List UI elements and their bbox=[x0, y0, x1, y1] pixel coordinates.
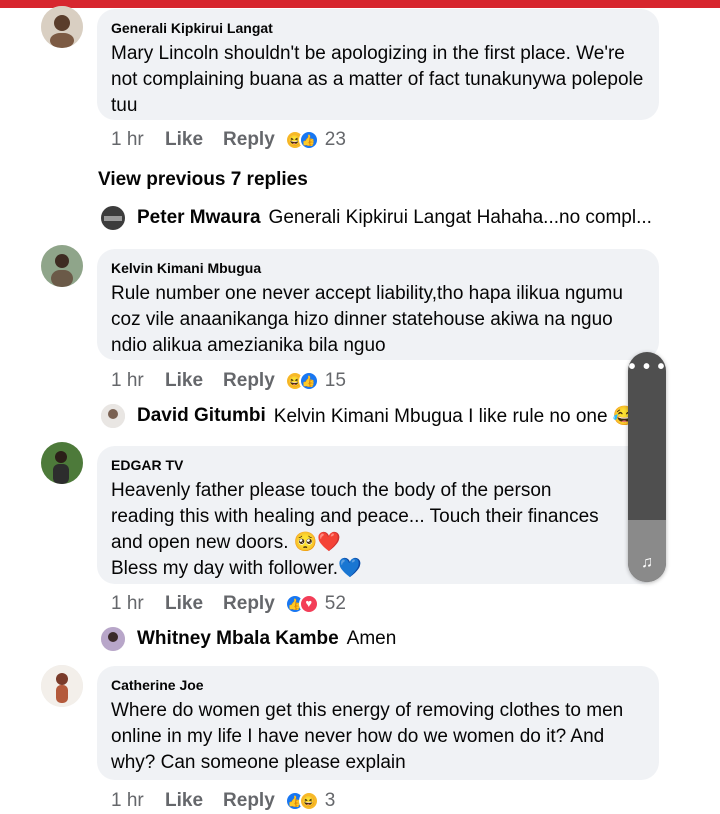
comment-text: Where do women get this energy of removi… bbox=[111, 700, 629, 773]
reply-button[interactable]: Reply bbox=[223, 370, 275, 392]
comment-text: Heavenly father please touch the body of… bbox=[111, 480, 604, 553]
comment-text: Mary Lincoln shouldn't be apologizing in… bbox=[111, 43, 649, 116]
comment-time[interactable]: 1 hr bbox=[111, 129, 165, 151]
comment-bubble: Catherine Joe Where do women get this en… bbox=[97, 666, 659, 780]
avatar[interactable] bbox=[41, 442, 83, 484]
like-button[interactable]: Like bbox=[165, 790, 203, 812]
avatar[interactable] bbox=[41, 6, 83, 48]
avatar[interactable] bbox=[101, 627, 125, 651]
comment-actions: 1 hr Like Reply 😆 👍 23 bbox=[111, 127, 346, 153]
comment-author[interactable]: Generali Kipkirui Langat bbox=[111, 19, 645, 37]
reaction-count: 3 bbox=[324, 790, 336, 811]
comment-time[interactable]: 1 hr bbox=[111, 593, 165, 615]
reply-preview[interactable]: Whitney Mbala Kambe Amen bbox=[101, 626, 396, 652]
comment-author[interactable]: Catherine Joe bbox=[111, 676, 645, 694]
reply-button[interactable]: Reply bbox=[223, 790, 275, 812]
reply-author[interactable]: Peter Mwaura bbox=[137, 207, 261, 229]
reaction-summary[interactable]: 😆 👍 15 bbox=[284, 370, 346, 392]
comment-time[interactable]: 1 hr bbox=[111, 790, 165, 812]
reply-button[interactable]: Reply bbox=[223, 593, 275, 615]
comment-author[interactable]: EDGAR TV bbox=[111, 456, 619, 474]
comment-actions: 1 hr Like Reply 😆 👍 15 bbox=[111, 368, 346, 394]
haha-reaction-icon: 😆 bbox=[298, 791, 319, 811]
avatar[interactable] bbox=[101, 206, 125, 230]
like-reaction-icon: 👍 bbox=[298, 371, 319, 391]
reaction-summary[interactable]: 👍 ♥ 52 bbox=[284, 593, 346, 615]
comment-bubble: EDGAR TV Heavenly father please touch th… bbox=[97, 446, 659, 584]
comment-text: Bless my day with follower.💙 bbox=[111, 558, 362, 579]
comment-author[interactable]: Kelvin Kimani Mbugua bbox=[111, 259, 645, 277]
reply-button[interactable]: Reply bbox=[223, 129, 275, 151]
reaction-count: 23 bbox=[324, 129, 346, 150]
reaction-summary[interactable]: 👍 😆 3 bbox=[284, 790, 336, 812]
reaction-count: 52 bbox=[324, 593, 346, 614]
reply-preview[interactable]: David Gitumbi Kelvin Kimani Mbugua I lik… bbox=[101, 403, 636, 429]
floating-panel-lower bbox=[628, 520, 666, 582]
reply-text: Amen bbox=[346, 628, 397, 649]
like-button[interactable]: Like bbox=[165, 129, 203, 151]
reply-text: Kelvin Kimani Mbugua I like rule no one … bbox=[273, 406, 637, 427]
comment-time[interactable]: 1 hr bbox=[111, 370, 165, 392]
avatar[interactable] bbox=[41, 245, 83, 287]
love-reaction-icon: ♥ bbox=[298, 594, 319, 614]
comment-actions: 1 hr Like Reply 👍 ♥ 52 bbox=[111, 591, 346, 617]
top-accent-bar bbox=[0, 0, 720, 8]
reply-preview[interactable]: Peter Mwaura Generali Kipkirui Langat Ha… bbox=[101, 205, 652, 231]
like-button[interactable]: Like bbox=[165, 593, 203, 615]
comment-bubble: Generali Kipkirui Langat Mary Lincoln sh… bbox=[97, 9, 659, 120]
view-previous-replies-link[interactable]: View previous 7 replies bbox=[98, 169, 308, 191]
comment-text: Rule number one never accept liability,t… bbox=[111, 283, 629, 356]
more-dots-icon[interactable]: • • • bbox=[628, 357, 666, 377]
comment-actions: 1 hr Like Reply 👍 😆 3 bbox=[111, 788, 335, 814]
comment-bubble: Kelvin Kimani Mbugua Rule number one nev… bbox=[97, 249, 659, 360]
reaction-count: 15 bbox=[324, 370, 346, 391]
like-button[interactable]: Like bbox=[165, 370, 203, 392]
like-reaction-icon: 👍 bbox=[298, 130, 319, 150]
reply-text: Generali Kipkirui Langat Hahaha...no com… bbox=[268, 207, 652, 228]
reply-author[interactable]: Whitney Mbala Kambe bbox=[137, 628, 339, 650]
music-note-icon[interactable]: ♫ bbox=[628, 554, 666, 572]
reaction-summary[interactable]: 😆 👍 23 bbox=[284, 129, 346, 151]
reply-author[interactable]: David Gitumbi bbox=[137, 405, 266, 427]
avatar[interactable] bbox=[101, 404, 125, 428]
floating-media-panel[interactable]: • • • ♫ bbox=[628, 352, 666, 582]
avatar[interactable] bbox=[41, 665, 83, 707]
